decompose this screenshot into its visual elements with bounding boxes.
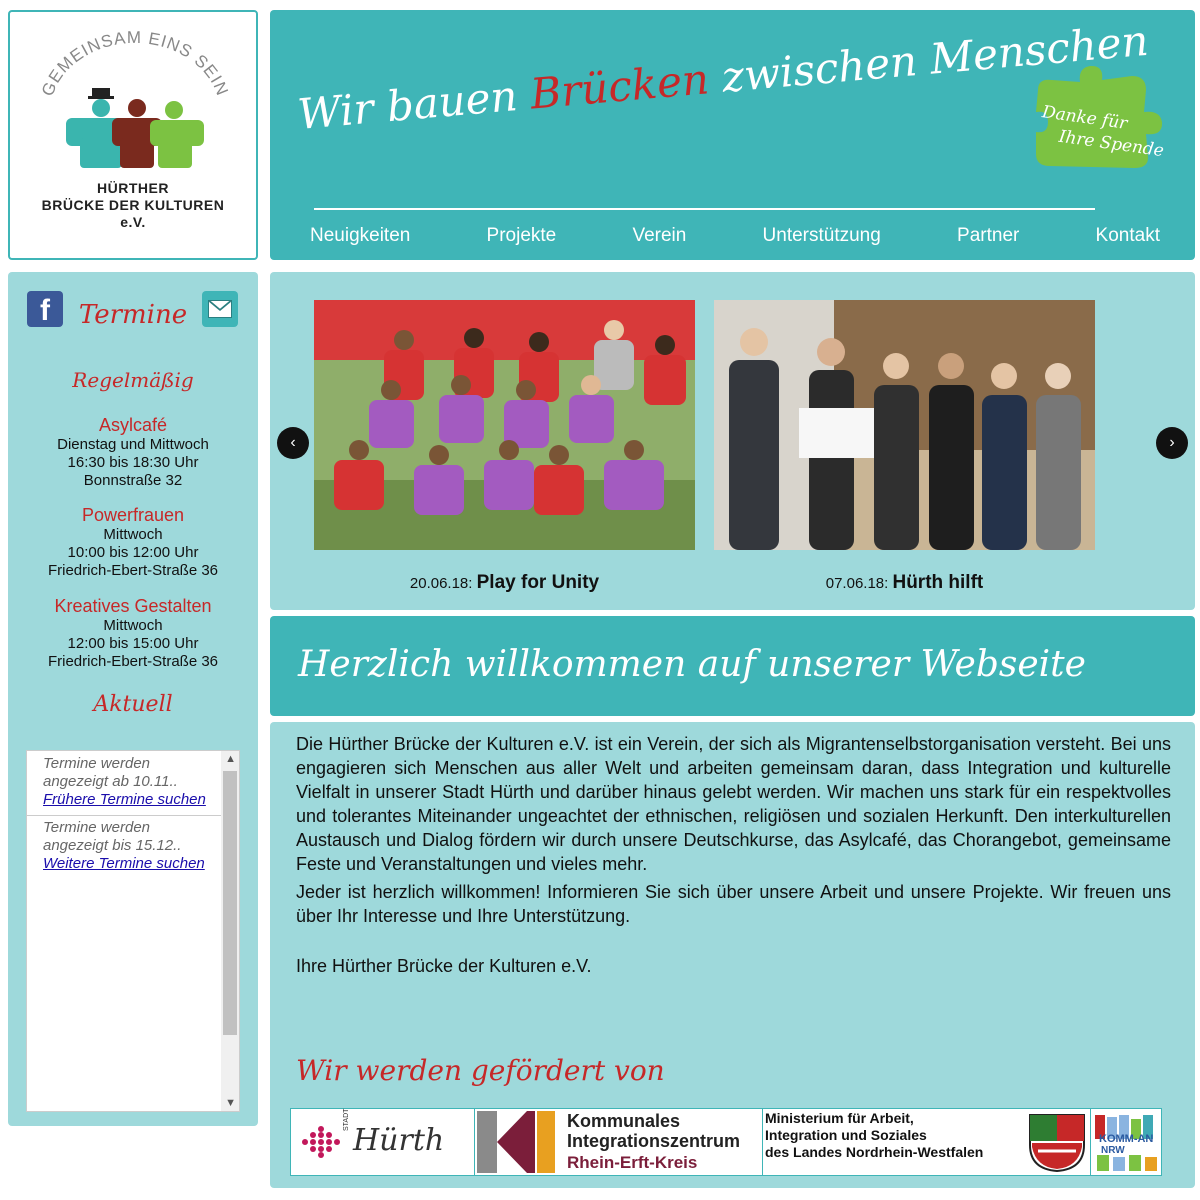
mais-line3: des Landes Nordrhein-Westfalen [765,1144,984,1160]
event-place: Bonnstraße 32 [83,472,183,489]
event-asylcafe: Asylcafé Dienstag und Mittwoch 16:30 bis… [8,414,258,490]
kiz-line1: Kommunales [567,1111,681,1131]
puzzle-people-icon [66,88,204,168]
scroll-up-icon[interactable]: ▲ [225,753,236,765]
event-day: Mittwoch [103,526,163,543]
welcome-banner: Herzlich willkommen auf unserer Webseite [270,616,1195,716]
kiz-line2: Integrationszentrum [567,1131,741,1151]
komm-an-nrw-label: NRW [1101,1145,1125,1156]
slider-next-icon[interactable]: › [1156,427,1188,459]
nav-partner[interactable]: Partner [957,225,1019,247]
slide-caption[interactable]: 20.06.18: Play for Unity [314,572,695,594]
sponsor-bar: STADT Hürth Kommunales Integrationszentr… [290,1108,1162,1176]
event-time: 10:00 bis 12:00 Uhr [67,544,199,561]
sponsor-ministerium-nrw[interactable]: Ministerium für Arbeit, Integration und … [763,1109,1091,1175]
termine-heading: Termine [78,300,188,330]
regelmaessig-heading: Regelmäßig [72,368,194,392]
komm-an-label: KOMM-AN [1099,1133,1154,1145]
huerth-dots-icon [302,1126,340,1158]
sponsor-komm-an-nrw[interactable]: KOMM-AN NRW [1091,1109,1161,1175]
logo-line3: e.V. [120,214,146,230]
scroll-down-icon[interactable]: ▼ [225,1097,236,1109]
event-kreatives-gestalten: Kreatives Gestalten Mittwoch 12:00 bis 1… [8,595,258,671]
slide-caption[interactable]: 07.06.18: Hürth hilft [714,572,1095,594]
later-events-link[interactable]: Weitere Termine suchen [43,855,205,872]
event-title: Kreatives Gestalten [54,596,212,616]
news-slider: ‹ › 20.06.18: Play for Unity 07.06.18: H… [270,272,1195,610]
slide-title[interactable]: Hürth hilft [892,572,983,593]
nav-neuigkeiten[interactable]: Neuigkeiten [310,225,410,247]
termine-scrollbox[interactable]: Termine werden angezeigt ab 10.11.. Früh… [26,750,240,1112]
huerth-small: STADT [343,1108,350,1131]
huerth-wordmark: Hürth [353,1123,445,1158]
photo-huerth-hilft[interactable] [714,300,1095,550]
sponsor-stadt-huerth[interactable]: STADT Hürth [291,1109,475,1175]
termbox-later: Termine werden angezeigt bis 15.12.. Wei… [43,819,223,873]
slogan: Wir bauen Brücken zwischen Menschen [296,16,1151,139]
termbox-text: angezeigt ab 10.11.. [43,773,178,790]
welcome-heading: Herzlich willkommen auf unserer Webseite [298,644,1086,685]
earlier-events-link[interactable]: Frühere Termine suchen [43,791,206,808]
slider-prev-icon[interactable]: ‹ [277,427,309,459]
welcome-paragraph: Jeder ist herzlich willkommen! Informier… [296,882,1171,926]
termbox-earlier: Termine werden angezeigt ab 10.11.. Früh… [43,755,223,809]
scrollbar[interactable]: ▲ ▼ [221,751,239,1111]
main-content: Die Hürther Brücke der Kulturen e.V. ist… [270,722,1195,1188]
slide-date: 20.06.18: [409,575,473,592]
termbox-text: angezeigt bis 15.12.. [43,837,182,854]
aktuell-heading: Aktuell [93,692,173,717]
termbox-text: Termine werden [43,755,150,772]
event-title: Powerfrauen [81,505,185,525]
photo-play-for-unity[interactable] [314,300,695,550]
scrollbar-thumb[interactable] [223,771,237,1035]
nav-unterstuetzung[interactable]: Unterstützung [763,225,881,247]
header-banner: Wir bauen Brücken zwischen Menschen Dank… [270,10,1195,260]
main-nav: Neuigkeiten Projekte Verein Unterstützun… [310,225,1160,247]
nrw-coat-of-arms-icon [1029,1114,1085,1173]
nav-verein[interactable]: Verein [632,225,686,247]
ki-logo-icon [477,1111,555,1173]
kiz-line3: Rhein-Erft-Kreis [567,1153,698,1172]
mais-line1: Ministerium für Arbeit, [765,1110,914,1126]
logo-line1: HÜRTHER [97,180,169,196]
event-title: Asylcafé [98,415,168,435]
termbox-divider [27,815,221,816]
slogan-part-a: Wir bauen [295,70,520,139]
event-time: 12:00 bis 15:00 Uhr [67,635,199,652]
nav-projekte[interactable]: Projekte [487,225,557,247]
event-place: Friedrich-Ebert-Straße 36 [47,653,219,670]
event-day: Dienstag und Mittwoch [57,436,209,453]
event-place: Friedrich-Ebert-Straße 36 [47,562,219,579]
slide-title[interactable]: Play for Unity [477,572,599,593]
intro-paragraph: Die Hürther Brücke der Kulturen e.V. ist… [296,734,1171,874]
sidebar: f Termine Regelmäßig Asylcafé Dienstag u… [8,272,258,1126]
event-powerfrauen: Powerfrauen Mittwoch 10:00 bis 12:00 Uhr… [8,504,258,580]
termbox-text: Termine werden [43,819,150,836]
event-time: 16:30 bis 18:30 Uhr [67,454,199,471]
mais-line2: Integration und Soziales [765,1127,927,1143]
event-day: Mittwoch [103,617,163,634]
slogan-highlight: Brücken [528,54,711,119]
nav-divider [314,208,1095,210]
nav-kontakt[interactable]: Kontakt [1096,225,1160,247]
site-logo[interactable]: GEMEINSAM EINS SEIN HÜRTHER BRÜCKE DER K… [8,10,258,260]
funding-heading: Wir werden gefördert von [296,1054,665,1087]
signature-paragraph: Ihre Hürther Brücke der Kulturen e.V. [296,956,592,976]
sponsor-kommunales-integrationszentrum[interactable]: Kommunales Integrationszentrum Rhein-Erf… [475,1109,763,1175]
slide-date: 07.06.18: [825,575,889,592]
logo-line2: BRÜCKE DER KULTUREN [41,197,225,213]
